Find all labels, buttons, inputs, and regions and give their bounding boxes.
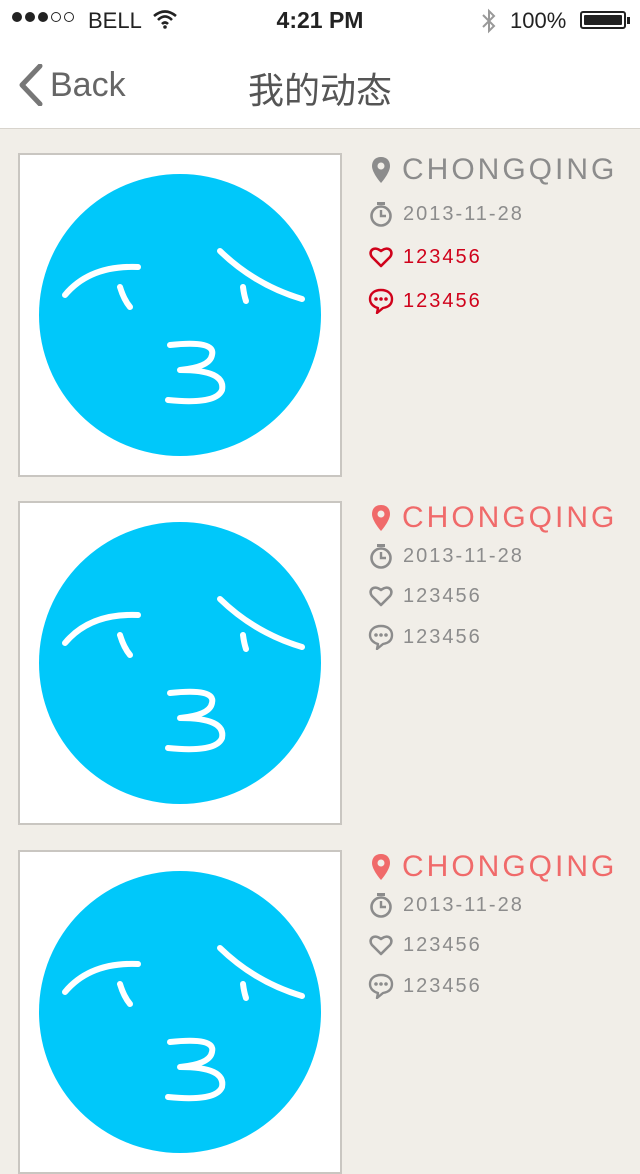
location-pin-icon: [368, 505, 394, 531]
post-thumbnail[interactable]: [18, 501, 342, 825]
navigation-bar: BELL 4:21 PM 100% Back 我的动态: [0, 0, 640, 129]
location-row[interactable]: CHONGQING: [368, 850, 617, 884]
heart-icon: [368, 583, 394, 609]
blue-face-avatar-icon: [39, 522, 321, 804]
likes-row[interactable]: 123456: [368, 244, 482, 270]
likes-row[interactable]: 123456: [368, 932, 482, 958]
bluetooth-icon: [480, 8, 498, 39]
comments-count: 123456: [403, 625, 482, 648]
heart-icon: [368, 932, 394, 958]
post-thumbnail[interactable]: [18, 850, 342, 1174]
post-card: CHONGQING 2013-11-28 123456 123456: [18, 850, 622, 1174]
comments-count: 123456: [403, 974, 482, 997]
post-date: 2013-11-28: [403, 544, 524, 567]
location-row[interactable]: CHONGQING: [368, 153, 617, 187]
date-row: 2013-11-28: [368, 892, 524, 918]
stopwatch-icon: [368, 543, 394, 569]
comments-row[interactable]: 123456: [368, 624, 482, 650]
battery-icon: [580, 11, 630, 29]
comments-row[interactable]: 123456: [368, 288, 482, 314]
heart-icon: [368, 244, 394, 270]
post-date: 2013-11-28: [403, 202, 524, 225]
comment-bubble-icon: [368, 288, 394, 314]
location-pin-icon: [368, 157, 394, 183]
battery-percent: 100%: [510, 8, 567, 33]
comments-row[interactable]: 123456: [368, 973, 482, 999]
post-thumbnail[interactable]: [18, 153, 342, 477]
location-row[interactable]: CHONGQING: [368, 501, 617, 535]
page-title: 我的动态: [247, 70, 392, 111]
blue-face-avatar-icon: [39, 174, 321, 456]
comments-count: 123456: [403, 289, 482, 312]
post-card: CHONGQING 2013-11-28 123456 123456: [18, 153, 622, 477]
location-label: CHONGQING: [402, 501, 618, 534]
location-label: CHONGQING: [402, 850, 618, 883]
stopwatch-icon: [368, 892, 394, 918]
likes-row[interactable]: 123456: [368, 583, 482, 609]
likes-count: 123456: [403, 245, 482, 268]
stopwatch-icon: [368, 201, 394, 227]
post-date: 2013-11-28: [403, 893, 524, 916]
comment-bubble-icon: [368, 624, 394, 650]
comment-bubble-icon: [368, 973, 394, 999]
likes-count: 123456: [403, 584, 482, 607]
date-row: 2013-11-28: [368, 543, 524, 569]
location-pin-icon: [368, 854, 394, 880]
post-card: CHONGQING 2013-11-28 123456 123456: [18, 501, 622, 825]
date-row: 2013-11-28: [368, 201, 524, 227]
likes-count: 123456: [403, 933, 482, 956]
location-label: CHONGQING: [402, 153, 618, 186]
blue-face-avatar-icon: [39, 871, 321, 1153]
status-bar: BELL 4:21 PM 100%: [0, 0, 640, 40]
